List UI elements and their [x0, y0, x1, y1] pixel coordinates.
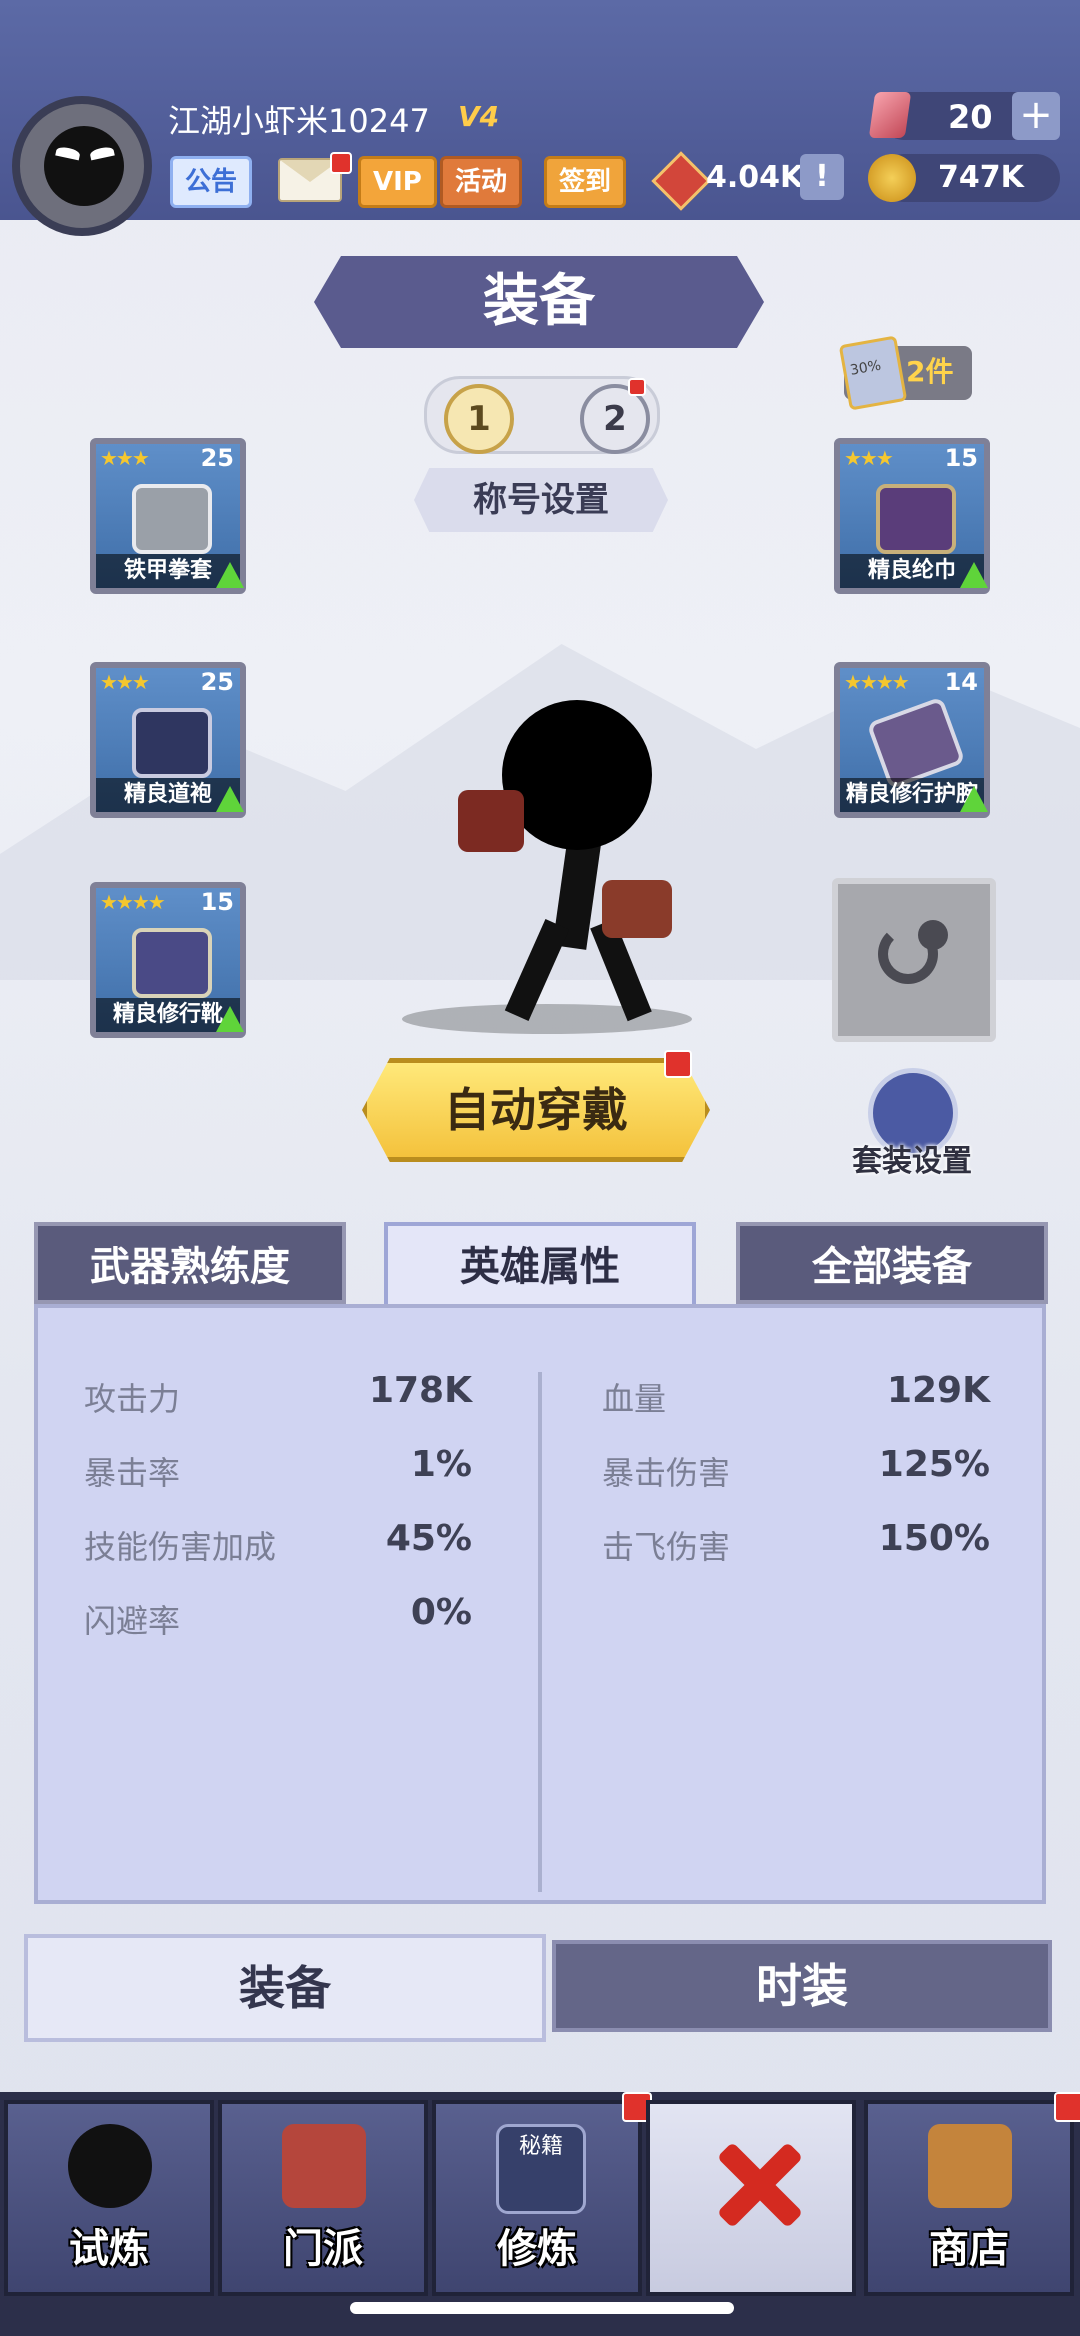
stat-label: 暴击伤害	[602, 1454, 731, 1492]
stat-label: 暴击率	[84, 1454, 181, 1492]
hat-level: 15	[944, 444, 978, 472]
headscarf-icon	[876, 484, 956, 554]
temple-icon	[282, 2124, 366, 2208]
set-book-icon: 30%	[838, 335, 908, 411]
set-pieces-count: 2件	[906, 355, 954, 388]
mail-notification-dot	[330, 152, 352, 174]
ninja-icon	[68, 2124, 152, 2208]
loadout-1-button[interactable]: 1	[444, 384, 514, 454]
nav-trial[interactable]: 试炼	[4, 2100, 214, 2296]
shop-icon	[928, 2124, 1012, 2208]
event-button[interactable]: 活动	[440, 156, 523, 208]
fashion-view-button[interactable]: 时装	[552, 1940, 1052, 2032]
home-indicator[interactable]	[350, 2302, 734, 2314]
stat-value: 45%	[385, 1518, 472, 1559]
add-gems-button[interactable]: +	[1012, 92, 1060, 140]
stat-value: 0%	[410, 1592, 472, 1633]
vip-level: V4	[458, 100, 500, 133]
auto-equip-button[interactable]: 自动穿戴	[362, 1058, 710, 1162]
tab-hero-attributes[interactable]: 英雄属性	[384, 1222, 696, 1312]
bracer-level: 14	[944, 668, 978, 696]
coin-icon	[868, 154, 916, 202]
nav-shop[interactable]: 商店	[864, 2100, 1074, 2296]
equip-slot-boots[interactable]: ★★★★ 15 精良修行靴	[90, 882, 246, 1038]
suit-settings-button[interactable]: 套装设置	[852, 1136, 972, 1180]
stat-label: 血量	[602, 1380, 667, 1418]
shop-notification-dot	[1054, 2092, 1080, 2122]
nav-sect[interactable]: 门派	[218, 2100, 428, 2296]
hat-stars: ★★★	[844, 446, 894, 470]
equip-slot-robe[interactable]: ★★★ 25 精良道袍	[90, 662, 246, 818]
stat-label: 技能伤害加成	[84, 1528, 277, 1566]
auto-equip-notification-dot	[664, 1050, 692, 1078]
gem-value: 20	[948, 98, 993, 136]
upgrade-arrow-icon	[960, 562, 988, 588]
nav-label: 修炼	[497, 2226, 577, 2272]
title-settings-button[interactable]: 称号设置	[414, 468, 668, 532]
coin-value: 747K	[938, 160, 1024, 195]
book-label: 秘籍	[518, 2134, 563, 2159]
gauntlet-icon	[132, 484, 212, 554]
equip-slot-gloves[interactable]: ★★★ 25 铁甲拳套	[90, 438, 246, 594]
gloves-stars: ★★★	[100, 446, 150, 470]
vip-button[interactable]: VIP	[358, 156, 437, 208]
stat-value: 150%	[878, 1518, 990, 1559]
upgrade-arrow-icon	[960, 786, 988, 812]
nav-label: 商店	[929, 2226, 1009, 2272]
upgrade-arrow-icon	[216, 786, 244, 812]
stat-value: 178K	[368, 1370, 472, 1411]
upgrade-arrow-icon	[216, 1006, 244, 1032]
nav-label: 试炼	[69, 2226, 149, 2272]
equipment-view-button[interactable]: 装备	[24, 1934, 546, 2042]
secret-book-icon: 秘籍	[496, 2124, 586, 2214]
player-name: 江湖小虾米10247	[168, 102, 430, 140]
stat-label: 攻击力	[84, 1380, 181, 1418]
gloves-level: 25	[200, 444, 234, 472]
stat-label: 击飞伤害	[602, 1528, 731, 1566]
stat-value: 1%	[410, 1444, 472, 1485]
tab-all-equipment[interactable]: 全部装备	[736, 1222, 1048, 1304]
tab-weapon-mastery[interactable]: 武器熟练度	[34, 1222, 346, 1304]
hero-glove	[602, 880, 672, 938]
upgrade-arrow-icon	[216, 562, 244, 588]
notice-button[interactable]: 公告	[170, 156, 253, 208]
equip-slot-empty[interactable]	[832, 878, 996, 1042]
hero-character	[502, 700, 652, 850]
stat-value: 125%	[878, 1444, 990, 1485]
bracer-icon	[866, 696, 966, 790]
stat-label: 闪避率	[84, 1602, 181, 1640]
checkin-button[interactable]: 签到	[544, 156, 627, 208]
boot-icon	[132, 928, 212, 998]
nav-battle[interactable]	[646, 2100, 856, 2296]
robe-icon	[132, 708, 212, 778]
info-button[interactable]: !	[800, 154, 844, 200]
set-badge-text: 30%	[848, 357, 883, 379]
boots-stars: ★★★★	[100, 890, 166, 914]
robe-level: 25	[200, 668, 234, 696]
panel-divider	[538, 1372, 542, 1892]
gem-icon	[868, 92, 912, 138]
boots-level: 15	[200, 888, 234, 916]
avatar[interactable]	[12, 96, 152, 236]
stat-value: 129K	[886, 1370, 990, 1411]
loadout-2-notification-dot	[628, 378, 646, 396]
hero-glove	[458, 790, 524, 852]
honor-value: 4.04K	[706, 160, 804, 195]
nav-cultivate[interactable]: 秘籍 修炼	[432, 2100, 642, 2296]
nav-label: 门派	[283, 2226, 363, 2272]
equip-slot-bracer[interactable]: ★★★★ 14 精良修行护腕	[834, 662, 990, 818]
page-title: 装备	[483, 269, 595, 334]
equip-slot-hat[interactable]: ★★★ 15 精良纶巾	[834, 438, 990, 594]
robe-stars: ★★★	[100, 670, 150, 694]
bracer-stars: ★★★★	[844, 670, 910, 694]
